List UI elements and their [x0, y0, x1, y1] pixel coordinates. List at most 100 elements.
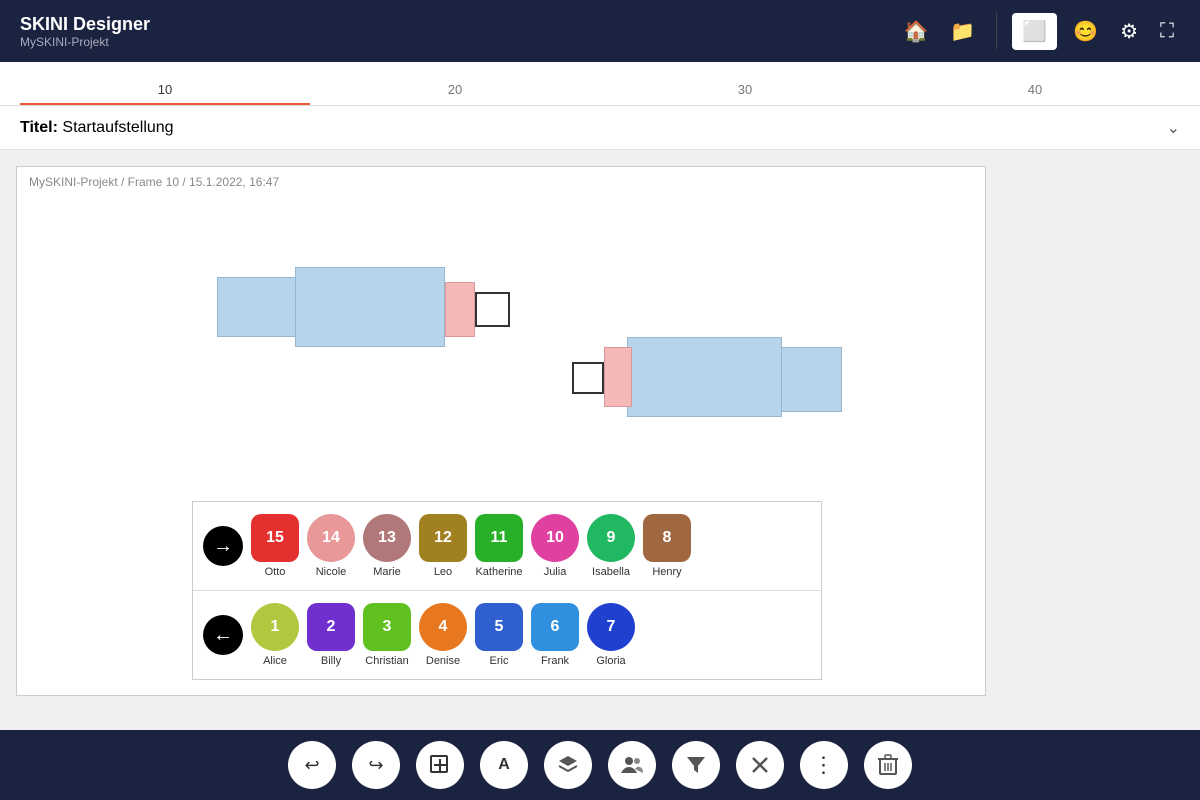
player-billy[interactable]: 2 Billy	[307, 603, 355, 667]
player-badge-marie: 13	[363, 514, 411, 562]
shape-right-square	[572, 362, 604, 394]
header: SKINI Designer MySKINI-Projekt 🏠 📁 ⬜ 😊 ⚙…	[0, 0, 1200, 62]
chevron-down-icon[interactable]: ⌄	[1167, 118, 1180, 138]
canvas-breadcrumb: MySKINI-Projekt / Frame 10 / 15.1.2022, …	[17, 167, 985, 197]
player-badge-otto: 15	[251, 514, 299, 562]
title-bar: Titel: Startaufstellung ⌄	[0, 106, 1200, 150]
player-row-2: ← 1 Alice 2 Billy 3 Christian 4 Denise	[193, 591, 821, 679]
player-name-katherine: Katherine	[475, 566, 522, 578]
text-button[interactable]: A	[480, 741, 528, 789]
delete-button[interactable]	[864, 741, 912, 789]
next-page-button[interactable]: →	[203, 526, 243, 566]
timeline-30[interactable]: 30	[600, 82, 890, 105]
player-badge-christian: 3	[363, 603, 411, 651]
app-branding: SKINI Designer MySKINI-Projekt	[20, 14, 150, 49]
bottom-toolbar: ↩ ↪ A ⋮	[0, 730, 1200, 800]
filter-button[interactable]	[672, 741, 720, 789]
players-icon	[620, 754, 644, 776]
player-leo[interactable]: 12 Leo	[419, 514, 467, 578]
player-name-gloria: Gloria	[596, 655, 625, 667]
player-badge-gloria: 7	[587, 603, 635, 651]
player-grid: → 15 Otto 14 Nicole 13 Marie 12 Leo	[192, 501, 822, 680]
player-badge-alice: 1	[251, 603, 299, 651]
main-area: MySKINI-Projekt / Frame 10 / 15.1.2022, …	[0, 150, 1200, 730]
player-badge-henry: 8	[643, 514, 691, 562]
shape-left-center	[295, 267, 445, 347]
add-frame-icon	[429, 754, 451, 776]
player-name-frank: Frank	[541, 655, 569, 667]
player-name-julia: Julia	[544, 566, 567, 578]
player-gloria[interactable]: 7 Gloria	[587, 603, 635, 667]
player-otto[interactable]: 15 Otto	[251, 514, 299, 578]
timeline-bar: 10 20 30 40	[0, 62, 1200, 106]
shape-right-pink	[604, 347, 632, 407]
player-badge-frank: 6	[531, 603, 579, 651]
header-actions: 🏠 📁 ⬜ 😊 ⚙ ⛶	[897, 13, 1180, 50]
player-badge-katherine: 11	[475, 514, 523, 562]
player-name-henry: Henry	[652, 566, 681, 578]
player-name-alice: Alice	[263, 655, 287, 667]
timeline-20[interactable]: 20	[310, 82, 600, 105]
title-label: Titel:	[20, 119, 58, 136]
shape-left-square	[475, 292, 510, 327]
undo-button[interactable]: ↩	[288, 741, 336, 789]
player-name-marie: Marie	[373, 566, 401, 578]
player-name-denise: Denise	[426, 655, 460, 667]
shape-right-outer	[777, 347, 842, 412]
app-title: SKINI Designer	[20, 14, 150, 35]
player-name-nicole: Nicole	[316, 566, 347, 578]
fullscreen-button[interactable]: ⛶	[1154, 14, 1180, 49]
player-badge-leo: 12	[419, 514, 467, 562]
more-button[interactable]: ⋮	[800, 741, 848, 789]
player-frank[interactable]: 6 Frank	[531, 603, 579, 667]
settings-button[interactable]: ⚙	[1114, 13, 1144, 50]
player-name-christian: Christian	[365, 655, 408, 667]
timeline-10[interactable]: 10	[20, 82, 310, 105]
player-christian[interactable]: 3 Christian	[363, 603, 411, 667]
shape-left-outer	[217, 277, 297, 337]
layers-button[interactable]	[544, 741, 592, 789]
player-badge-isabella: 9	[587, 514, 635, 562]
player-henry[interactable]: 8 Henry	[643, 514, 691, 578]
face-button[interactable]: 😊	[1067, 13, 1104, 50]
player-badge-nicole: 14	[307, 514, 355, 562]
player-name-isabella: Isabella	[592, 566, 630, 578]
player-julia[interactable]: 10 Julia	[531, 514, 579, 578]
home-button[interactable]: 🏠	[897, 13, 934, 50]
shape-left-pink	[445, 282, 475, 337]
player-nicole[interactable]: 14 Nicole	[307, 514, 355, 578]
player-badge-eric: 5	[475, 603, 523, 651]
frame-button[interactable]: ⬜	[1012, 13, 1057, 50]
player-name-leo: Leo	[434, 566, 452, 578]
player-badge-denise: 4	[419, 603, 467, 651]
player-alice[interactable]: 1 Alice	[251, 603, 299, 667]
title-value: Startaufstellung	[62, 119, 173, 136]
timeline-40[interactable]: 40	[890, 82, 1180, 105]
player-isabella[interactable]: 9 Isabella	[587, 514, 635, 578]
layers-icon	[557, 754, 579, 776]
title-text: Titel: Startaufstellung	[20, 119, 174, 137]
player-row-1: → 15 Otto 14 Nicole 13 Marie 12 Leo	[193, 502, 821, 591]
player-badge-julia: 10	[531, 514, 579, 562]
player-marie[interactable]: 13 Marie	[363, 514, 411, 578]
player-badge-billy: 2	[307, 603, 355, 651]
shape-right-center	[627, 337, 782, 417]
add-frame-button[interactable]	[416, 741, 464, 789]
filter-icon	[685, 754, 707, 776]
players-button[interactable]	[608, 741, 656, 789]
divider	[996, 13, 997, 49]
folder-button[interactable]: 📁	[944, 13, 981, 50]
player-name-otto: Otto	[265, 566, 286, 578]
player-denise[interactable]: 4 Denise	[419, 603, 467, 667]
tools-button[interactable]	[736, 741, 784, 789]
prev-page-button[interactable]: ←	[203, 615, 243, 655]
player-eric[interactable]: 5 Eric	[475, 603, 523, 667]
player-name-eric: Eric	[490, 655, 509, 667]
project-name: MySKINI-Projekt	[20, 35, 150, 49]
player-name-billy: Billy	[321, 655, 341, 667]
redo-button[interactable]: ↪	[352, 741, 400, 789]
trash-icon	[878, 754, 898, 776]
player-katherine[interactable]: 11 Katherine	[475, 514, 523, 578]
canvas-container: MySKINI-Projekt / Frame 10 / 15.1.2022, …	[16, 166, 986, 696]
tools-icon	[749, 754, 771, 776]
